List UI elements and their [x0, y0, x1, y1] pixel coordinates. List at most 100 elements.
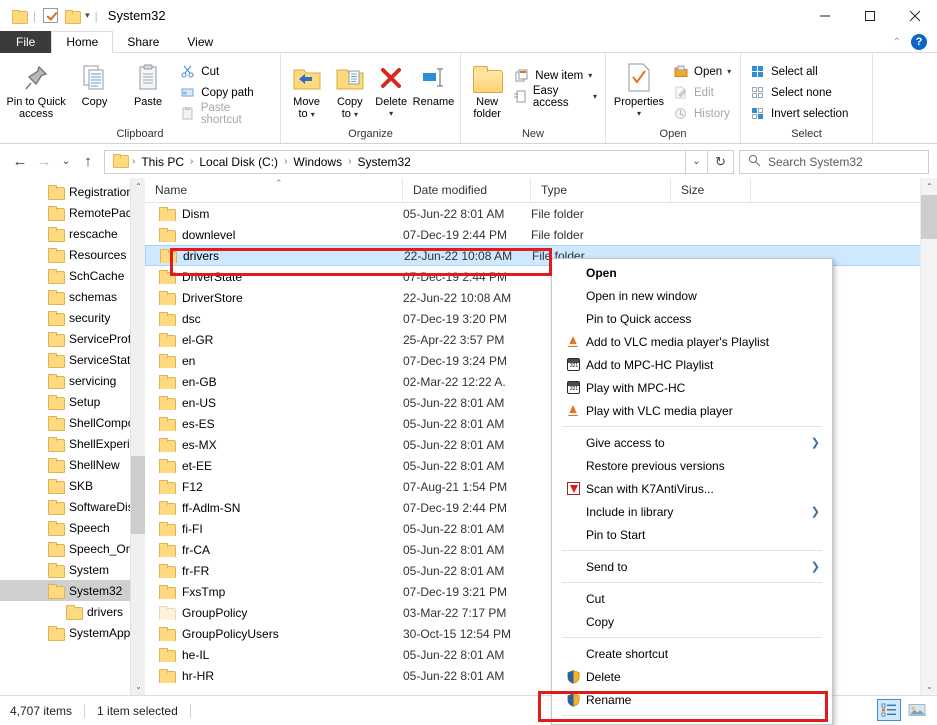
minimize-button[interactable]	[802, 0, 847, 31]
context-menu-item-copy[interactable]: Copy	[552, 610, 832, 633]
breadcrumb[interactable]: › This PC › Local Disk (C:) › Windows › …	[104, 149, 686, 174]
sidebar-item-schemas[interactable]: schemas	[0, 286, 145, 307]
delete-button[interactable]: Delete ▾	[371, 56, 410, 120]
move-to-button[interactable]: Move to ▾	[285, 56, 328, 121]
sidebar-item-systemapps[interactable]: SystemApps	[0, 622, 145, 643]
sidebar-item-skb[interactable]: SKB	[0, 475, 145, 496]
sidebar-item-speech[interactable]: Speech	[0, 517, 145, 538]
breadcrumb-item-windows[interactable]: Windows	[288, 155, 347, 169]
nav-scroll-thumb[interactable]	[131, 456, 145, 534]
context-menu-item-restore-previous-versions[interactable]: Restore previous versions	[552, 454, 832, 477]
context-menu-item-add-to-mpc-hc-playlist[interactable]: Add to MPC-HC Playlist	[552, 353, 832, 376]
context-menu-item-create-shortcut[interactable]: Create shortcut	[552, 642, 832, 665]
sidebar-item-security[interactable]: security	[0, 307, 145, 328]
tab-view[interactable]: View	[173, 31, 227, 53]
context-menu-item-give-access-to[interactable]: Give access to ❯	[552, 431, 832, 454]
delete-caret-icon[interactable]: ▾	[389, 108, 393, 120]
help-icon[interactable]: ?	[911, 34, 927, 50]
list-scroll-down-icon[interactable]: ⌄	[921, 678, 937, 695]
open-button[interactable]: Open ▾	[668, 61, 735, 82]
back-button[interactable]: ←	[8, 149, 32, 175]
context-menu-item-rename[interactable]: Rename	[552, 688, 832, 711]
navigation-pane-scrollbar[interactable]: ⌃ ⌄	[130, 178, 145, 695]
copy-to-button[interactable]: Copy to ▾	[328, 56, 371, 121]
new-item-button[interactable]: New item ▾	[509, 65, 601, 86]
breadcrumb-item-this-pc[interactable]: This PC	[136, 155, 189, 169]
tab-home[interactable]: Home	[51, 31, 114, 53]
column-header-date-modified[interactable]: Date modified	[403, 178, 531, 203]
select-all-button[interactable]: Select all	[745, 61, 852, 82]
context-menu-item-cut[interactable]: Cut	[552, 587, 832, 610]
copy-button[interactable]: Copy	[68, 56, 121, 108]
address-dropdown-button[interactable]: ⌄	[686, 149, 708, 174]
context-menu-item-pin-to-quick-access[interactable]: Pin to Quick access	[552, 307, 832, 330]
table-row[interactable]: Dism 05-Jun-22 8:01 AM File folder	[145, 203, 937, 224]
qat-customize-chevron-icon[interactable]: ▾	[83, 10, 92, 21]
recent-locations-button[interactable]: ⌄	[56, 149, 76, 175]
list-scroll-thumb[interactable]	[921, 195, 937, 239]
sidebar-item-speech-onec[interactable]: Speech_OneC	[0, 538, 145, 559]
easy-access-button[interactable]: Easy access ▾	[509, 85, 601, 109]
table-row[interactable]: downlevel 07-Dec-19 2:44 PM File folder	[145, 224, 937, 245]
breadcrumb-item-system32[interactable]: System32	[352, 155, 415, 169]
context-menu-item-send-to[interactable]: Send to ❯	[552, 555, 832, 578]
collapse-ribbon-chevron-icon[interactable]: ⌃	[893, 37, 901, 48]
context-menu-item-play-with-vlc-media-player[interactable]: Play with VLC media player	[552, 399, 832, 422]
paste-button[interactable]: Paste	[121, 56, 176, 108]
properties-button[interactable]: Properties ▾	[610, 56, 668, 120]
sidebar-item-shellnew[interactable]: ShellNew	[0, 454, 145, 475]
context-menu-item-scan-with-k7antivirus[interactable]: Scan with K7AntiVirus...	[552, 477, 832, 500]
sidebar-item-shellexperien[interactable]: ShellExperien	[0, 433, 145, 454]
column-header-name[interactable]: Name	[145, 178, 403, 203]
search-input[interactable]: Search System32	[739, 149, 929, 174]
close-button[interactable]	[892, 0, 937, 31]
easy-access-caret-icon[interactable]: ▾	[593, 92, 597, 101]
sidebar-item-servicestate[interactable]: ServiceState	[0, 349, 145, 370]
qat-new-folder-icon[interactable]	[61, 5, 83, 27]
list-scroll-up-icon[interactable]: ⌃	[921, 178, 937, 195]
sidebar-item-system32[interactable]: System32	[0, 580, 145, 601]
context-menu-item-add-to-vlc-media-player-s-playlist[interactable]: Add to VLC media player's Playlist	[552, 330, 832, 353]
context-menu-item-play-with-mpc-hc[interactable]: Play with MPC-HC	[552, 376, 832, 399]
sidebar-item-serviceprofile[interactable]: ServiceProfile	[0, 328, 145, 349]
sidebar-item-resources[interactable]: Resources	[0, 244, 145, 265]
breadcrumb-item-local-disk[interactable]: Local Disk (C:)	[194, 155, 283, 169]
up-button[interactable]: ↑	[76, 149, 100, 175]
select-none-button[interactable]: Select none	[745, 82, 852, 103]
nav-scroll-up-icon[interactable]: ⌃	[131, 178, 145, 195]
column-header-size[interactable]: Size	[671, 178, 751, 203]
maximize-button[interactable]	[847, 0, 892, 31]
tab-file[interactable]: File	[0, 31, 52, 53]
copy-path-button[interactable]: w Copy path	[175, 82, 276, 103]
context-menu-item-pin-to-start[interactable]: Pin to Start	[552, 523, 832, 546]
pin-to-quick-access-button[interactable]: Pin to Quick access	[4, 56, 68, 120]
large-icons-view-button[interactable]	[905, 699, 929, 721]
open-caret-icon[interactable]: ▾	[727, 67, 731, 76]
sidebar-item-servicing[interactable]: servicing	[0, 370, 145, 391]
context-menu-item-delete[interactable]: Delete	[552, 665, 832, 688]
file-list-scrollbar[interactable]: ⌃ ⌄	[920, 178, 937, 695]
sidebar-item-schcache[interactable]: SchCache	[0, 265, 145, 286]
rename-button[interactable]: Rename	[411, 56, 456, 108]
sidebar-item-setup[interactable]: Setup	[0, 391, 145, 412]
context-menu-item-properties[interactable]: Properties	[552, 720, 832, 725]
sidebar-item-system[interactable]: System	[0, 559, 145, 580]
details-view-button[interactable]	[877, 699, 901, 721]
cut-button[interactable]: Cut	[175, 61, 276, 82]
refresh-button[interactable]: ↻	[708, 149, 734, 174]
qat-properties-check-icon[interactable]	[39, 5, 61, 27]
column-header-type[interactable]: Type	[531, 178, 671, 203]
sidebar-item-remotepacka[interactable]: RemotePacka	[0, 202, 145, 223]
context-menu-item-open-in-new-window[interactable]: Open in new window	[552, 284, 832, 307]
tab-share[interactable]: Share	[113, 31, 173, 53]
sidebar-item-shellcompor[interactable]: ShellCompor	[0, 412, 145, 433]
new-item-caret-icon[interactable]: ▾	[588, 71, 592, 80]
sidebar-item-drivers[interactable]: drivers	[0, 601, 145, 622]
context-menu-item-open[interactable]: Open	[552, 261, 832, 284]
invert-selection-button[interactable]: Invert selection	[745, 103, 852, 124]
properties-caret-icon[interactable]: ▾	[637, 108, 641, 120]
sidebar-item-registration[interactable]: Registration	[0, 181, 145, 202]
new-folder-button[interactable]: New folder	[465, 56, 509, 120]
nav-scroll-down-icon[interactable]: ⌄	[131, 678, 145, 695]
sidebar-item-rescache[interactable]: rescache	[0, 223, 145, 244]
